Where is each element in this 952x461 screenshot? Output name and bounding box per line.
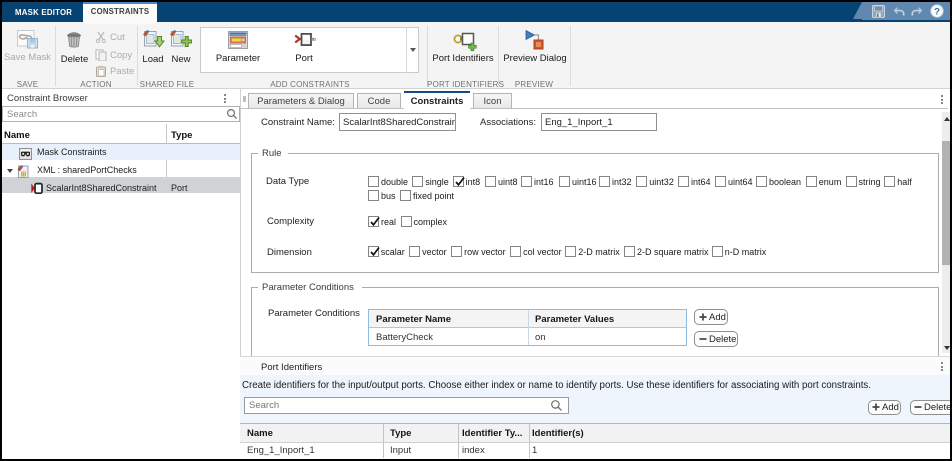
svg-text:?: ? — [934, 6, 940, 17]
